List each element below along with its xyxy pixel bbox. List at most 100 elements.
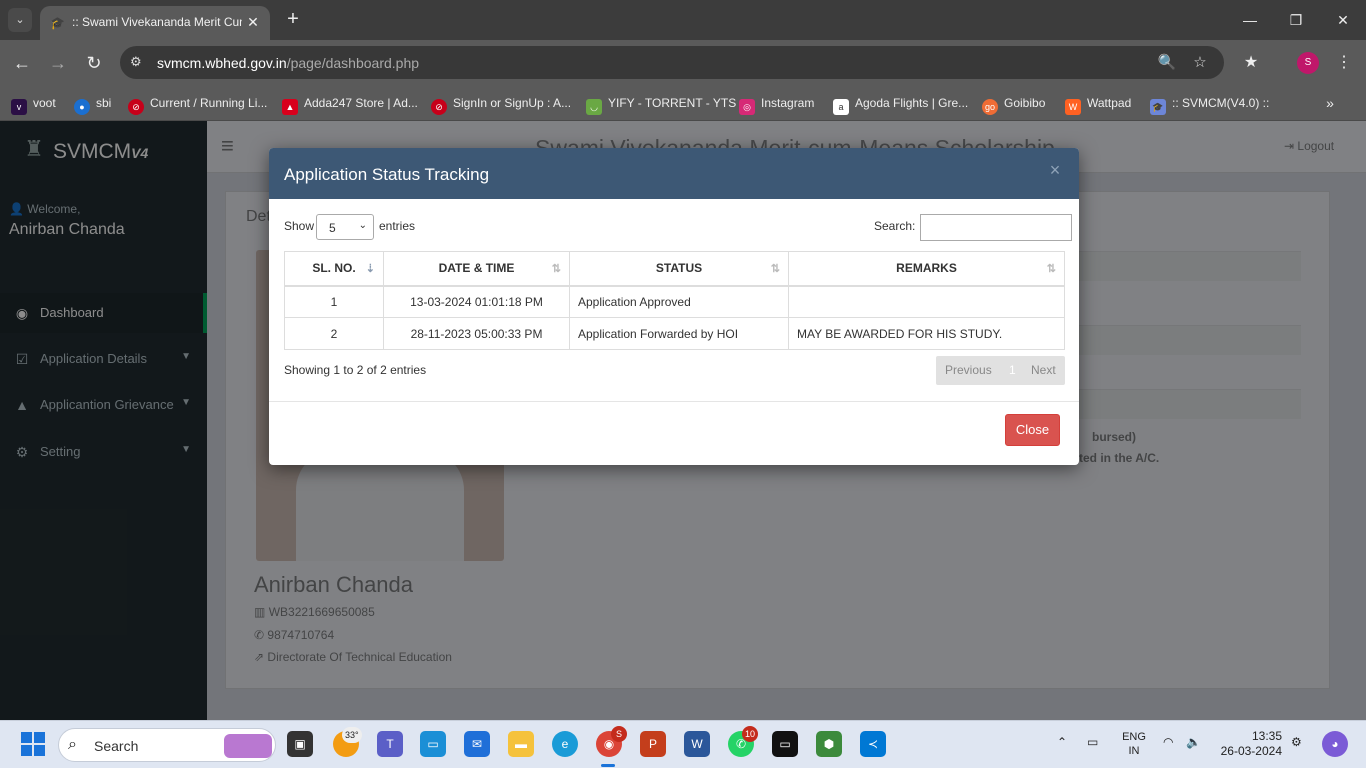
volume-icon[interactable]: 🔈 (1186, 735, 1201, 749)
desktop-app-icon[interactable]: ▭ (420, 731, 446, 757)
weather-temp: 33° (342, 727, 362, 743)
sbi-icon: ● (74, 99, 90, 115)
browser-tab-active[interactable]: 🎓 :: Swami Vivekananda Merit Cum ✕ (40, 6, 270, 40)
browser-toolbar: ← → ↻ ⚙ svmcm.wbhed.gov.in/page/dashboar… (0, 40, 1366, 85)
whatsapp-badge: 10 (742, 726, 759, 742)
entries-label: entries (379, 219, 416, 233)
blocked-icon: ⊘ (128, 99, 144, 115)
bookmarks-overflow-icon[interactable]: » (1320, 93, 1340, 113)
column-header-date-time[interactable]: DATE & TIME ⇅ (383, 251, 570, 287)
column-header-remarks[interactable]: REMARKS ⇅ (788, 251, 1065, 287)
address-bar[interactable]: ⚙ svmcm.wbhed.gov.in/page/dashboard.php … (120, 46, 1224, 79)
table-info: Showing 1 to 2 of 2 entries (284, 363, 427, 377)
bookmark-goibibo[interactable]: go Goibibo (982, 93, 1045, 115)
forward-button[interactable]: → (45, 50, 71, 76)
tab-title: :: Swami Vivekananda Merit Cum (72, 15, 242, 29)
new-tab-button[interactable]: + (282, 8, 304, 30)
bookmark-voot[interactable]: v voot (11, 93, 56, 115)
bookmark-svmcm[interactable]: 🎓:: SVMCM(V4.0) :: (1150, 93, 1269, 115)
bookmark-current-running[interactable]: ⊘ Current / Running Li... (128, 93, 267, 115)
mail-icon[interactable]: ✉ (464, 731, 490, 757)
back-button[interactable]: ← (9, 50, 35, 76)
bookmark-sbi[interactable]: ● sbi (74, 93, 111, 115)
next-page-button[interactable]: Next (1031, 363, 1056, 377)
cell-datetime: 13-03-2024 01:01:18 PM (383, 285, 570, 318)
status-table: SL. NO. ⇣ DATE & TIME ⇅ STATUS ⇅ REMARKS ⇅ 1… (284, 251, 1065, 350)
active-app-indicator (601, 764, 615, 767)
search-label: Search: (874, 219, 916, 233)
page-1-button[interactable]: 1 (1009, 363, 1016, 377)
copilot-icon[interactable]: ◕ (1322, 731, 1348, 757)
cell-status: Application Approved (569, 285, 789, 318)
modal-header: Application Status Tracking × (269, 148, 1079, 199)
search-icon: ⌕ (68, 736, 77, 753)
cell-sl: 2 (284, 317, 384, 350)
taskbar: ⌕ Search ▣ 33° T ▭ ✉ ▬ e ◉ S P W ✆ 10 ▭ … (0, 720, 1366, 768)
chevron-up-icon[interactable]: ⌃ (1057, 735, 1067, 749)
close-button[interactable]: Close (1005, 414, 1060, 446)
tab-close-icon[interactable]: ✕ (244, 13, 262, 31)
word-icon[interactable]: W (684, 731, 710, 757)
taskbar-search[interactable]: ⌕ Search (58, 728, 276, 762)
modal-title: Application Status Tracking (284, 165, 490, 184)
search-highlight-image (224, 734, 272, 758)
entries-select[interactable]: 5 ⌄ (316, 214, 374, 240)
browser-tabstrip: ⌄ 🎓 :: Swami Vivekananda Merit Cum ✕ + —… (0, 0, 1366, 40)
column-header-status[interactable]: STATUS ⇅ (569, 251, 789, 287)
table-row: 1 13-03-2024 01:01:18 PM Application App… (284, 285, 1065, 318)
profile-avatar[interactable]: S (1297, 52, 1319, 74)
cell-remarks (788, 285, 1065, 318)
windows-start-icon[interactable] (21, 732, 45, 756)
edge-icon[interactable]: e (552, 731, 578, 757)
cell-datetime: 28-11-2023 05:00:33 PM (383, 317, 570, 350)
bookmark-yts[interactable]: ◡ YIFY - TORRENT - YTS (586, 93, 736, 115)
nodejs-icon[interactable]: ⬢ (816, 731, 842, 757)
instagram-icon: ◎ (739, 99, 755, 115)
graduation-cap-icon: 🎓 (50, 16, 65, 30)
sort-icon: ⇅ (770, 263, 780, 275)
powerpoint-icon[interactable]: P (640, 731, 666, 757)
table-search-input[interactable] (920, 214, 1072, 241)
previous-page-button[interactable]: Previous (945, 363, 992, 377)
notification-icon[interactable]: ⚙ (1291, 735, 1302, 749)
language-indicator[interactable]: ENG IN (1120, 730, 1148, 758)
bookmark-wattpad[interactable]: W Wattpad (1065, 93, 1131, 115)
bookmark-star-icon[interactable]: ☆ (1190, 53, 1210, 73)
teams-icon[interactable]: T (377, 731, 403, 757)
reload-button[interactable]: ↻ (81, 50, 107, 76)
bookmark-signin[interactable]: ⊘ SignIn or SignUp : A... (431, 93, 571, 115)
menu-icon[interactable]: ⋮ (1333, 52, 1355, 74)
terminal-icon[interactable]: ▭ (772, 731, 798, 757)
clock[interactable]: 13:35 26-03-2024 (1218, 729, 1282, 759)
restore-button[interactable]: ❐ (1281, 8, 1311, 32)
sort-icon: ⇅ (551, 263, 561, 275)
tab-search-button[interactable]: ⌄ (8, 8, 32, 32)
yts-icon: ◡ (586, 99, 602, 115)
bookmarks-bar: v voot ● sbi ⊘ Current / Running Li... ▲ Add… (0, 85, 1366, 121)
minimize-button[interactable]: — (1235, 8, 1265, 32)
zoom-icon[interactable]: 🔍 (1157, 53, 1177, 73)
close-icon[interactable]: × (1047, 160, 1063, 180)
table-row: 2 28-11-2023 05:00:33 PM Application For… (284, 317, 1065, 350)
file-explorer-icon[interactable]: ▬ (508, 731, 534, 757)
modal-footer-divider (269, 401, 1079, 402)
vscode-icon[interactable]: ≺ (860, 731, 886, 757)
column-header-sl-no[interactable]: SL. NO. ⇣ (284, 251, 384, 287)
pagination: Previous 1 Next (936, 356, 1065, 385)
adda-icon: ▲ (282, 99, 298, 115)
task-view-icon[interactable]: ▣ (287, 731, 313, 757)
bookmark-agoda[interactable]: a Agoda Flights | Gre... (833, 93, 968, 115)
close-window-button[interactable]: ✕ (1328, 8, 1358, 32)
status-tracking-modal: Application Status Tracking × Show 5 ⌄ e… (269, 148, 1079, 465)
tablet-icon[interactable]: ▭ (1087, 735, 1098, 749)
bookmark-instagram[interactable]: ◎ Instagram (739, 93, 814, 115)
goibibo-icon: go (982, 99, 998, 115)
wifi-icon[interactable]: ◠ (1163, 735, 1173, 749)
site-info-icon[interactable]: ⚙ (130, 54, 148, 70)
favorites-icon[interactable]: ★ (1240, 52, 1262, 74)
bookmark-adda247[interactable]: ▲ Adda247 Store | Ad... (282, 93, 418, 115)
chrome-profile-badge: S (611, 726, 627, 742)
sort-asc-icon: ⇣ (365, 263, 375, 275)
url-text[interactable]: svmcm.wbhed.gov.in/page/dashboard.php (157, 55, 419, 71)
graduation-cap-icon: 🎓 (1150, 99, 1166, 115)
